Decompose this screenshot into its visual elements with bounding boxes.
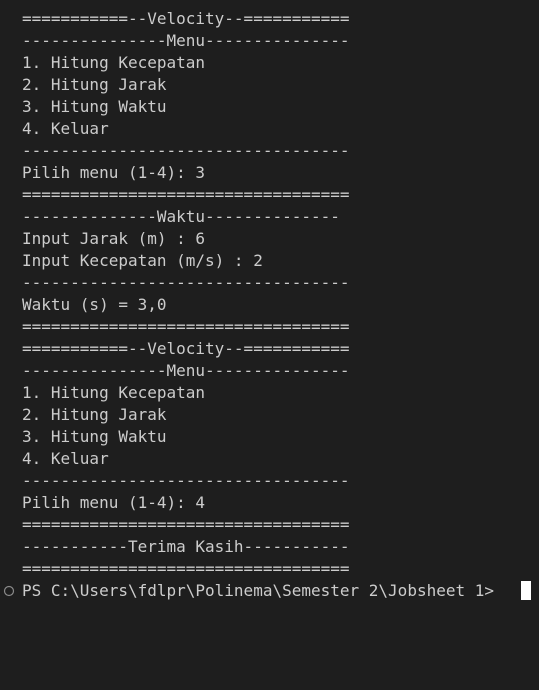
output-line: 4. Keluar [22, 449, 109, 468]
terminal-panel[interactable]: ===========--Velocity--=========== ------… [0, 0, 539, 607]
output-line: 3. Hitung Waktu [22, 427, 167, 446]
output-line: ================================== [22, 317, 350, 336]
output-line: 3. Hitung Waktu [22, 97, 167, 116]
output-line: ---------------------------------- [22, 273, 350, 292]
output-line: 1. Hitung Kecepatan [22, 383, 206, 402]
output-line: ---------------------------------- [22, 141, 350, 160]
output-line: ===========--Velocity--=========== [22, 339, 350, 358]
output-line: ===========--Velocity--=========== [22, 9, 350, 28]
output-line: Input Kecepatan (m/s) : 2 [22, 251, 263, 270]
prompt-line[interactable]: PS C:\Users\fdlpr\Polinema\Semester 2\Jo… [0, 580, 539, 602]
output-line: Pilih menu (1-4): 3 [22, 163, 206, 182]
output-line: --------------Waktu-------------- [22, 207, 340, 226]
circle-outline-icon [3, 585, 15, 597]
text-cursor [521, 581, 531, 600]
output-line: 4. Keluar [22, 119, 109, 138]
output-line: ================================== [22, 185, 350, 204]
output-line: ================================== [22, 515, 350, 534]
output-line: 1. Hitung Kecepatan [22, 53, 206, 72]
output-line: ---------------Menu--------------- [22, 31, 350, 50]
prompt-text: PS C:\Users\fdlpr\Polinema\Semester 2\Jo… [22, 581, 495, 600]
output-line: -----------Terima Kasih----------- [22, 537, 350, 556]
output-line: 2. Hitung Jarak [22, 405, 167, 424]
terminal-output: ===========--Velocity--=========== ------… [22, 8, 350, 580]
output-line: Input Jarak (m) : 6 [22, 229, 206, 248]
output-line: ================================== [22, 559, 350, 578]
output-line: Pilih menu (1-4): 4 [22, 493, 206, 512]
output-line: ---------------------------------- [22, 471, 350, 490]
output-line: 2. Hitung Jarak [22, 75, 167, 94]
output-line: Waktu (s) = 3,0 [22, 295, 167, 314]
output-line: ---------------Menu--------------- [22, 361, 350, 380]
